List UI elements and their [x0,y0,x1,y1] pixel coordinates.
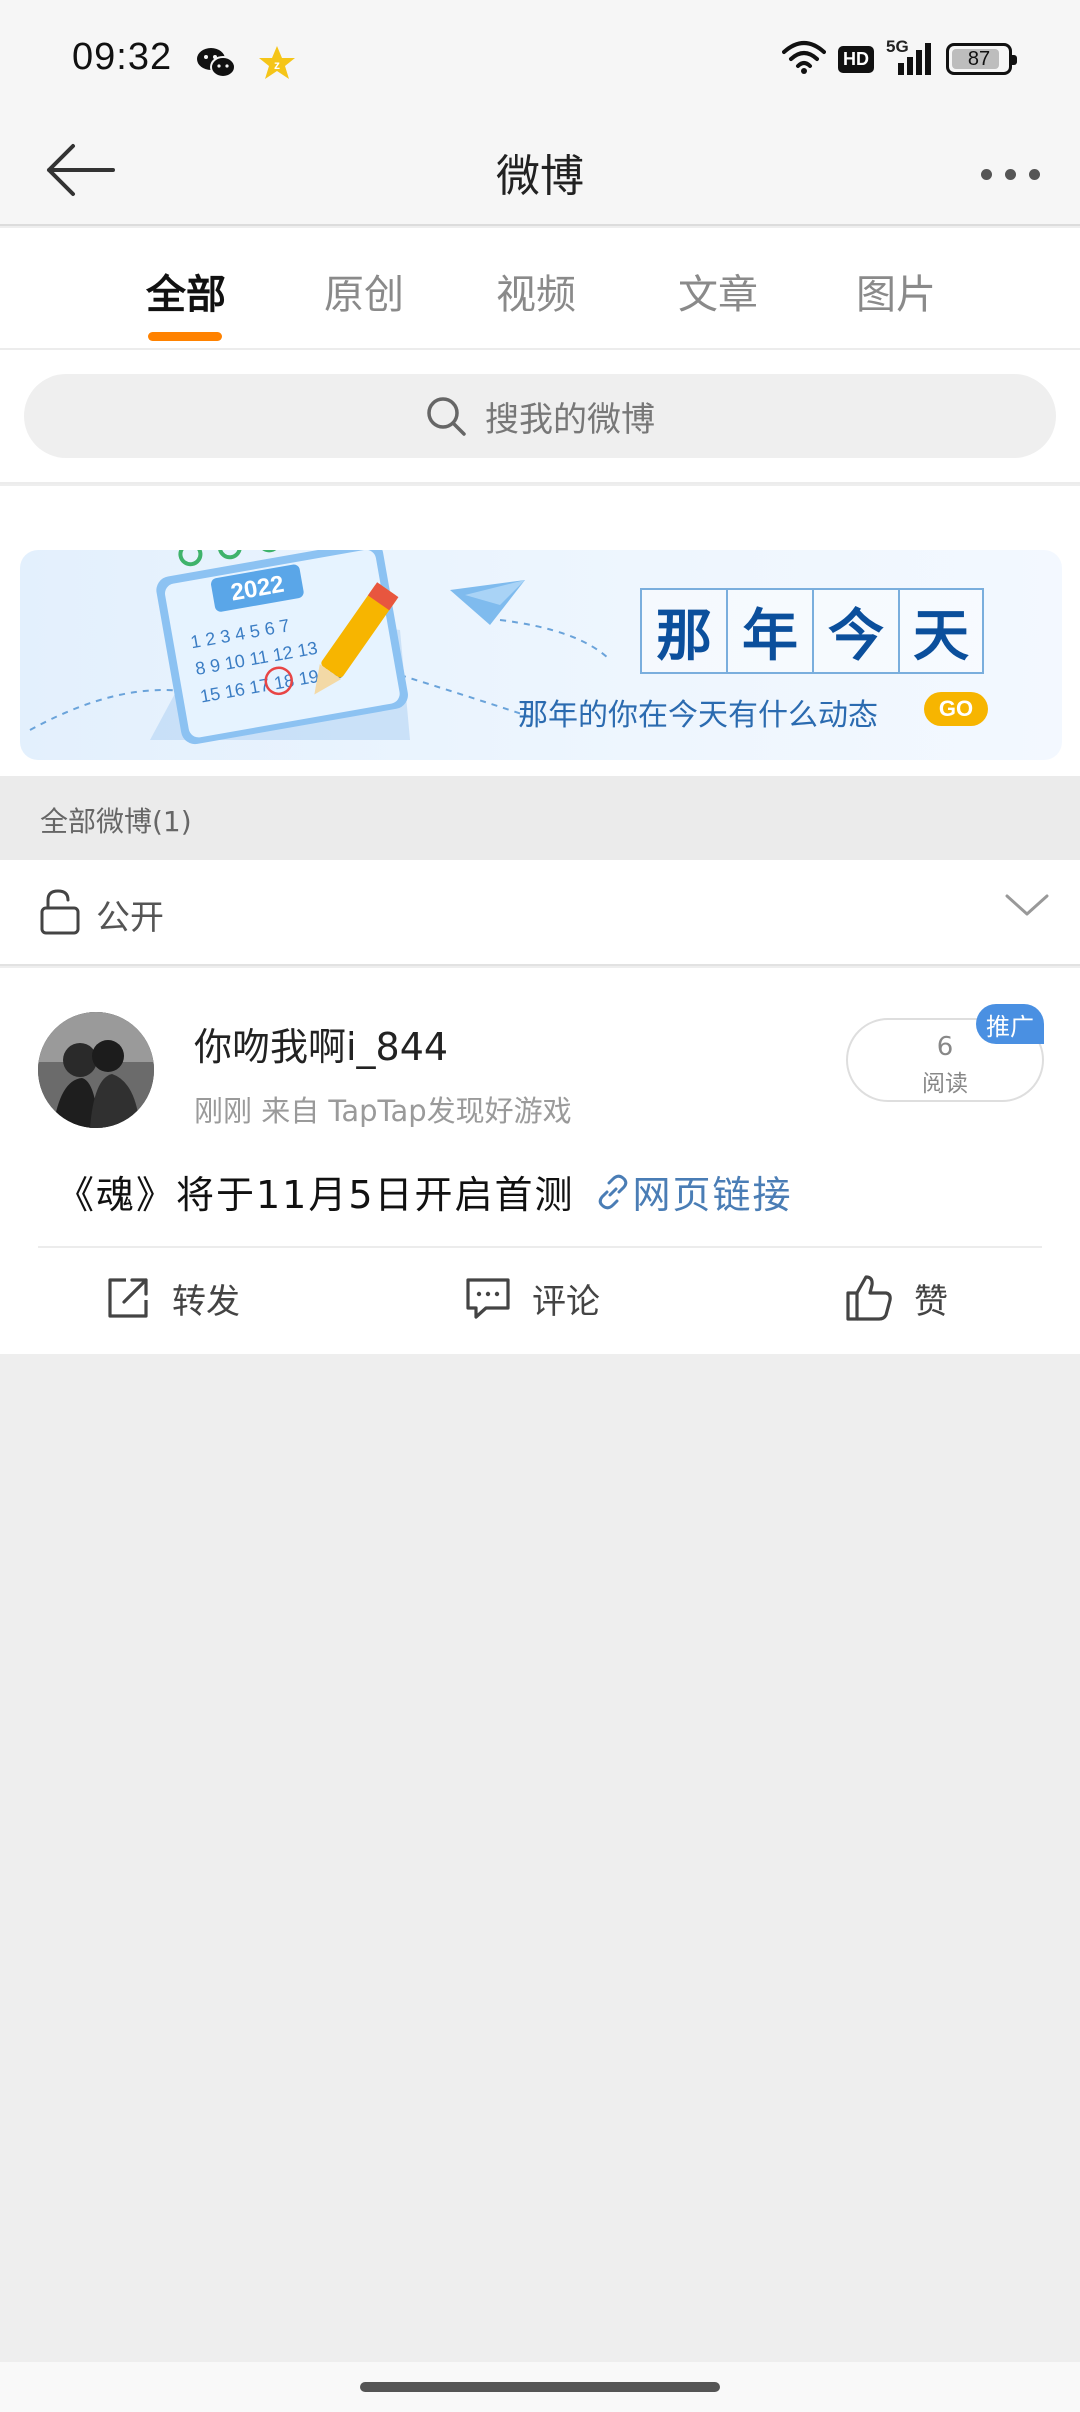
banner-subtitle: 那年的你在今天有什么动态 [518,698,878,733]
battery-icon: 87 [946,43,1017,75]
on-this-day-banner[interactable]: 2022 1 2 3 4 5 6 7 8 9 10 11 12 13 15 16… [20,550,1062,760]
post-meta: 刚刚 来自 TapTap发现好游戏 [194,1094,572,1128]
all-weibo-count: 全部微博(1) [40,805,192,838]
banner-title-char: 年 [726,588,812,674]
wechat-icon [196,46,236,84]
go-button[interactable]: GO [924,692,988,726]
avatar[interactable] [38,1012,154,1128]
like-icon [846,1275,892,1321]
notification-icons: z [196,44,296,86]
tab-all[interactable]: 全部 [146,262,226,320]
battery-percent: 87 [967,47,991,70]
web-link-label: 网页链接 [632,1173,793,1217]
comment-icon [466,1278,510,1319]
tab-bar: 全部 原创 视频 文章 图片 [0,228,1080,350]
promote-badge[interactable]: 推广 [976,1004,1044,1044]
banner-section: 2022 1 2 3 4 5 6 7 8 9 10 11 12 13 15 16… [0,486,1080,776]
banner-title: 那 年 今 天 [640,588,984,674]
post-text: 《魂》将于11月5日开启首测 [56,1173,575,1217]
search-icon [427,397,466,436]
share-button[interactable]: 转发 [104,1266,240,1330]
active-tab-indicator [148,332,222,341]
post-content: 《魂》将于11月5日开启首测 网页链接 [56,1164,793,1219]
search-input[interactable]: 搜我的微博 [24,374,1056,458]
page-title: 微博 [496,151,584,202]
tab-image[interactable]: 图片 [856,262,936,320]
search-placeholder: 搜我的微博 [485,399,655,440]
svg-text:z: z [274,58,280,72]
tab-article[interactable]: 文章 [678,262,758,320]
wifi-icon [782,40,826,78]
banner-title-char: 那 [640,588,726,674]
visibility-filter[interactable]: 公开 [0,860,1080,966]
nav-header: 微博 [0,124,1080,226]
like-button[interactable]: 赞 [844,1266,948,1330]
share-icon [108,1278,148,1318]
banner-title-char: 天 [898,588,984,674]
like-label: 赞 [914,1281,948,1322]
more-dots-icon [980,168,992,180]
tab-original[interactable]: 原创 [324,262,404,320]
banner-title-char: 今 [812,588,898,674]
hd-icon: HD [838,45,874,73]
visibility-label: 公开 [96,898,164,938]
system-icons: HD 5G 87 [782,37,1017,78]
web-link[interactable]: 网页链接 [593,1164,793,1219]
status-bar: 09:32 z HD 5G 87 [0,0,1080,124]
section-header: 全部微博(1) [0,776,1080,860]
chevron-down-icon[interactable] [1004,890,1050,924]
share-label: 转发 [172,1281,240,1322]
post-card[interactable]: 你吻我啊i_844 刚刚 来自 TapTap发现好游戏 6 阅读 推广 《魂》将… [0,968,1080,1354]
comment-label: 评论 [532,1281,600,1322]
post-username[interactable]: 你吻我啊i_844 [194,1016,448,1071]
unlock-icon [38,888,82,940]
post-divider [38,1246,1042,1248]
star-app-icon: z [258,44,296,86]
read-label: 阅读 [922,1071,968,1097]
signal-5g-icon: 5G [886,37,934,77]
tab-video[interactable]: 视频 [496,262,576,320]
status-time: 09:32 [72,36,173,78]
more-button[interactable] [970,144,1050,204]
link-icon [598,1174,627,1209]
comment-button[interactable]: 评论 [464,1266,600,1330]
home-indicator[interactable] [360,2382,720,2392]
search-section: 搜我的微博 [0,350,1080,484]
